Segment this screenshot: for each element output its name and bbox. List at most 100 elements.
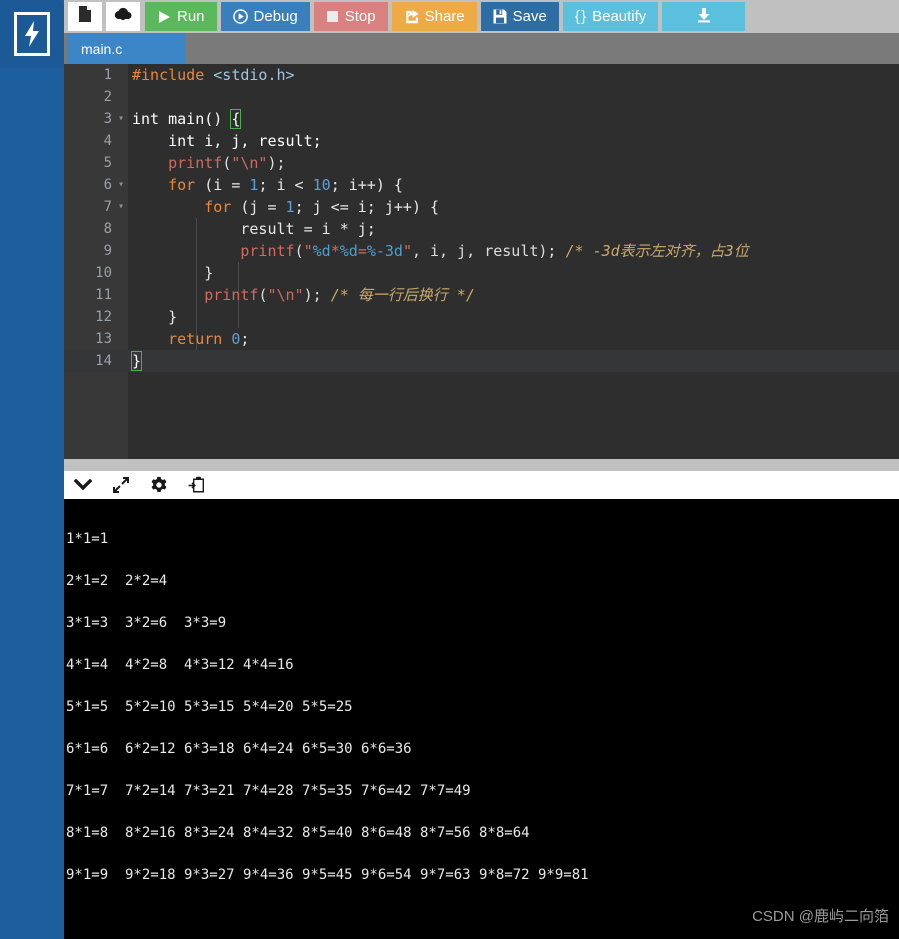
line-number: 2	[103, 89, 112, 105]
debug-button[interactable]: Debug	[220, 2, 310, 31]
fold-toggle-icon[interactable]: ▾	[116, 174, 126, 196]
fold-toggle-icon[interactable]: ▾	[116, 196, 126, 218]
upload-button[interactable]	[106, 2, 140, 31]
line-content: printf("%d*%d=%-3d", i, j, result); /* -…	[240, 242, 749, 260]
tab-label: main.c	[81, 40, 123, 57]
share-button-label: Share	[424, 8, 465, 25]
debug-icon	[232, 9, 248, 24]
gear-icon[interactable]	[140, 471, 178, 499]
stop-button-label: Stop	[344, 8, 376, 25]
app-logo[interactable]	[14, 12, 50, 56]
ide-window: Run Debug Stop Share Save {} Beautify m…	[0, 0, 899, 939]
line-content: for (i = 1; i < 10; i++) {	[168, 176, 403, 194]
share-button[interactable]: Share	[391, 2, 477, 31]
new-file-icon	[78, 5, 92, 28]
console-line: 3*1=3 3*2=6 3*3=9	[66, 615, 227, 631]
console-line: 5*1=5 5*2=10 5*3=15 5*4=20 5*5=25	[66, 699, 353, 715]
line-number: 11	[95, 287, 112, 303]
code-line-active[interactable]: 14 }	[64, 350, 899, 372]
upload-icon	[114, 6, 132, 28]
console-toolbar	[64, 471, 899, 499]
line-number: 13	[95, 331, 112, 347]
console-text: 1*1=1 2*1=2 2*2=4 3*1=3 3*2=6 3*3=9 4*1=…	[64, 499, 899, 939]
console-output-panel[interactable]: 1*1=1 2*1=2 2*2=4 3*1=3 3*2=6 3*3=9 4*1=…	[64, 499, 899, 939]
run-button-label: Run	[177, 8, 205, 25]
code-line[interactable]: 4 int i, j, result;	[64, 130, 899, 152]
download-icon	[696, 7, 712, 27]
debug-button-label: Debug	[253, 8, 298, 25]
code-lines: 1 #include <stdio.h> 2 3 ▾ int main() { …	[64, 64, 899, 459]
line-number: 14	[95, 353, 112, 369]
play-icon	[157, 10, 171, 24]
console-line: 2*1=2 2*2=4	[66, 573, 168, 589]
line-number: 3	[103, 111, 112, 127]
left-rail	[0, 0, 64, 939]
code-line[interactable]: 1 #include <stdio.h>	[64, 64, 899, 86]
toolbar-button-group: Run Debug Stop Share Save {} Beautify	[68, 2, 749, 31]
line-number: 7	[103, 199, 112, 215]
stop-button[interactable]: Stop	[313, 2, 388, 31]
beautify-button-label: Beautify	[592, 8, 647, 25]
line-number: 4	[103, 133, 112, 149]
console-toolbar-spacer	[64, 459, 899, 471]
paste-clipboard-icon[interactable]	[178, 471, 216, 499]
code-line[interactable]: 9 printf("%d*%d=%-3d", i, j, result); /*…	[64, 240, 899, 262]
line-number: 1	[103, 67, 112, 83]
console-line: 7*1=7 7*2=14 7*3=21 7*4=28 7*5=35 7*6=42…	[66, 783, 471, 799]
main-toolbar: Run Debug Stop Share Save {} Beautify	[64, 0, 899, 33]
code-line[interactable]: 3 ▾ int main() {	[64, 108, 899, 130]
stop-icon	[326, 10, 339, 23]
fold-toggle-icon[interactable]: ▾	[116, 108, 126, 130]
tab-main-c[interactable]: main.c	[67, 33, 185, 64]
share-icon	[404, 9, 419, 24]
line-content: }	[132, 308, 178, 326]
chevron-down-icon[interactable]	[64, 471, 102, 499]
floppy-icon	[493, 9, 507, 24]
line-content: int main() {	[132, 109, 242, 129]
line-number: 5	[103, 155, 112, 171]
line-content: printf("\n"); /* 每一行后换行 */	[204, 286, 475, 304]
text-caret	[141, 352, 143, 369]
line-content: for (j = 1; j <= i; j++) {	[204, 198, 440, 216]
save-button-label: Save	[512, 8, 547, 25]
rail-body	[0, 68, 64, 939]
code-line[interactable]: 12 }	[64, 306, 899, 328]
line-content: }	[130, 351, 143, 371]
line-number: 8	[103, 221, 112, 237]
line-content: }	[132, 264, 214, 282]
console-line: 6*1=6 6*2=12 6*3=18 6*4=24 6*5=30 6*6=36	[66, 741, 412, 757]
braces-icon: { }	[574, 8, 587, 25]
code-line[interactable]: 2	[64, 86, 899, 108]
code-line[interactable]: 7 ▾ for (j = 1; j <= i; j++) {	[64, 196, 899, 218]
rail-logo-area[interactable]	[0, 0, 64, 68]
beautify-button[interactable]: { } Beautify	[562, 2, 659, 31]
line-number: 6	[103, 177, 112, 193]
code-line[interactable]: 8 result = i * j;	[64, 218, 899, 240]
line-content: result = i * j;	[132, 220, 376, 238]
console-line: 1*1=1	[66, 531, 109, 547]
line-content: printf("\n");	[168, 154, 286, 172]
line-number: 9	[103, 243, 112, 259]
run-button[interactable]: Run	[145, 2, 217, 31]
line-content: int i, j, result;	[168, 132, 322, 150]
download-button[interactable]	[662, 2, 746, 31]
console-line: 9*1=9 9*2=18 9*3=27 9*4=36 9*5=45 9*6=54…	[66, 867, 589, 883]
expand-arrows-icon[interactable]	[102, 471, 140, 499]
line-content: return 0;	[168, 330, 250, 348]
console-line: 4*1=4 4*2=8 4*3=12 4*4=16	[66, 657, 294, 673]
lightning-bolt-icon	[17, 15, 47, 53]
line-number: 12	[95, 309, 112, 325]
line-content: #include <stdio.h>	[132, 66, 295, 84]
editor-tab-bar: main.c	[64, 33, 899, 64]
code-line[interactable]: 10 }	[64, 262, 899, 284]
code-line[interactable]: 5 printf("\n");	[64, 152, 899, 174]
console-line: 8*1=8 8*2=16 8*3=24 8*4=32 8*5=40 8*6=48…	[66, 825, 530, 841]
watermark: CSDN @鹿屿二向箔	[752, 908, 889, 925]
code-line[interactable]: 11 printf("\n"); /* 每一行后换行 */	[64, 284, 899, 306]
code-line[interactable]: 13 return 0;	[64, 328, 899, 350]
new-file-button[interactable]	[68, 2, 102, 31]
save-button[interactable]: Save	[480, 2, 559, 31]
line-number: 10	[95, 265, 112, 281]
code-line[interactable]: 6 ▾ for (i = 1; i < 10; i++) {	[64, 174, 899, 196]
code-editor[interactable]: 1 #include <stdio.h> 2 3 ▾ int main() { …	[64, 64, 899, 459]
